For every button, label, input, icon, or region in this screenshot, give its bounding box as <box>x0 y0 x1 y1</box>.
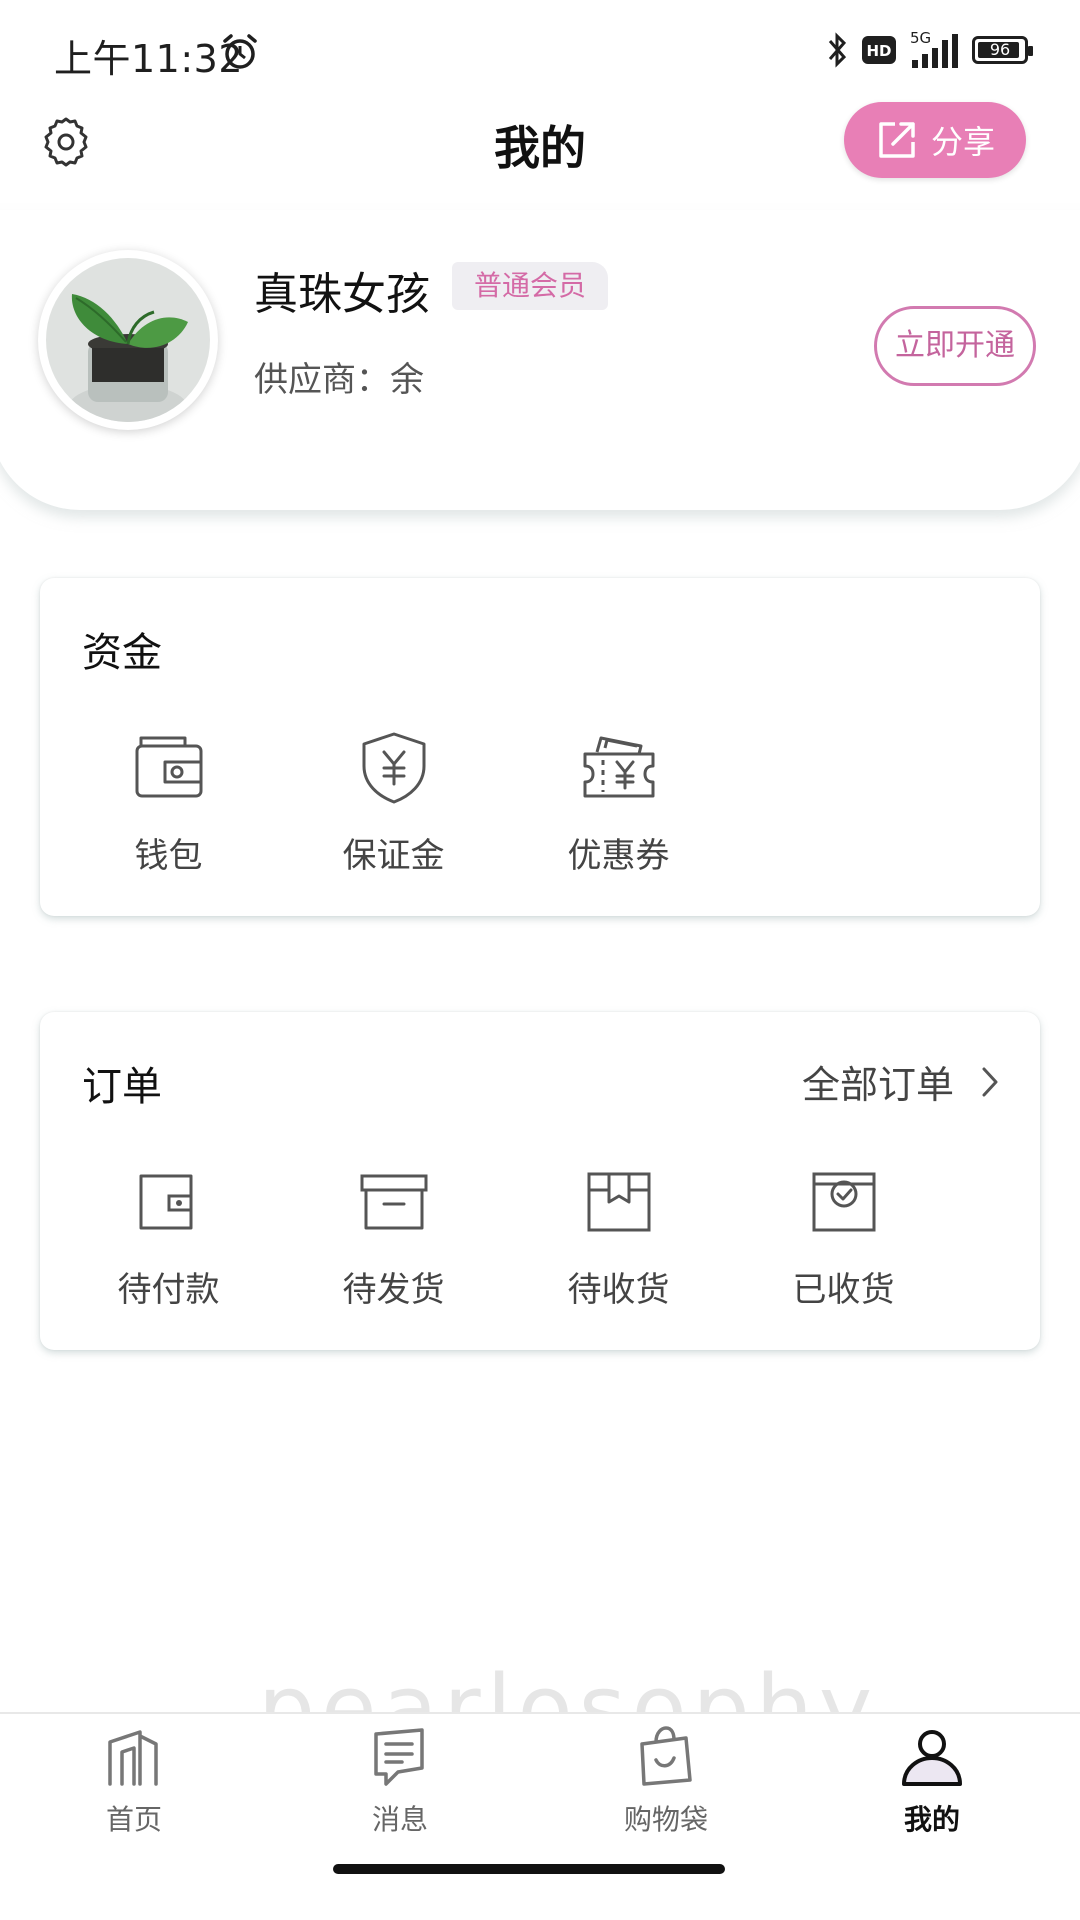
pending-receipt-item[interactable]: 待收货 <box>506 1162 731 1311</box>
received-icon <box>812 1172 875 1232</box>
pending-receipt-icon <box>587 1172 650 1232</box>
nav-shopping-bag[interactable]: 购物袋 <box>566 1724 766 1838</box>
avatar-image <box>46 258 210 422</box>
home-icon <box>108 1730 158 1786</box>
profile-icon <box>902 1730 962 1786</box>
pending-payment-icon <box>139 1174 192 1230</box>
pending-receipt-label: 待收货 <box>567 1270 670 1310</box>
received-label: 已收货 <box>792 1270 895 1310</box>
nav-messages-label: 消息 <box>371 1803 428 1836</box>
status-time: 上午11:32 <box>54 37 244 81</box>
nav-home[interactable]: 首页 <box>34 1724 234 1838</box>
nav-home-label: 首页 <box>105 1803 162 1836</box>
member-badge: 普通会员 <box>452 262 609 310</box>
user-name: 真珠女孩 <box>254 269 430 320</box>
message-icon <box>374 1728 424 1786</box>
share-label: 分享 <box>930 123 995 161</box>
received-item[interactable]: 已收货 <box>731 1162 956 1311</box>
pending-shipment-item[interactable]: 待发货 <box>281 1162 506 1311</box>
all-orders-label: 全部订单 <box>801 1063 954 1107</box>
coupon-label: 优惠券 <box>567 836 670 876</box>
orders-card: 订单 全部订单 待付款 待发货 待收货 已收货 <box>40 1012 1040 1350</box>
bluetooth-icon <box>828 32 847 68</box>
status-icons: HD 5G 96 <box>826 30 1033 70</box>
battery-icon: 96 <box>972 36 1033 64</box>
wallet-item[interactable]: 钱包 <box>56 728 281 877</box>
svg-text:HD: HD <box>866 42 891 60</box>
orders-title: 订单 <box>82 1064 162 1110</box>
nav-shopping-bag-label: 购物袋 <box>623 1803 708 1836</box>
pending-shipment-label: 待发货 <box>342 1270 445 1310</box>
alarm-icon <box>223 34 257 69</box>
brand-watermark: pearlosophy <box>258 1656 879 1716</box>
funds-title: 资金 <box>82 630 162 676</box>
all-orders-link[interactable]: 全部订单 <box>802 1054 1000 1109</box>
status-bar: 上午11:32 HD 5G 96 <box>0 0 1080 100</box>
funds-card: 资金 钱包 保证金 优惠券 <box>40 578 1040 916</box>
nav-messages[interactable]: 消息 <box>300 1724 500 1838</box>
nav-profile[interactable]: 我的 <box>832 1724 1032 1838</box>
activate-membership-button[interactable]: 立即开通 <box>874 306 1036 386</box>
profile-card: 真珠女孩 普通会员 供应商：余 立即开通 <box>0 210 1080 510</box>
wallet-icon <box>135 736 202 798</box>
coupon-icon <box>583 736 654 798</box>
svg-text:5G: 5G <box>910 30 931 47</box>
signal-5g-icon: 5G <box>910 30 958 68</box>
supplier-text: 供应商：余 <box>254 360 424 400</box>
share-icon <box>879 122 915 158</box>
profile-page: 上午11:32 HD 5G 96 我的 分享 真珠女孩 普通会员 供应商：余 立… <box>0 0 1080 1920</box>
deposit-item[interactable]: 保证金 <box>281 728 506 877</box>
hd-icon: HD <box>862 36 896 64</box>
pending-payment-item[interactable]: 待付款 <box>56 1162 281 1311</box>
share-button[interactable]: 分享 <box>844 102 1026 178</box>
shopping-bag-icon <box>640 1726 692 1786</box>
wallet-label: 钱包 <box>134 836 203 876</box>
orders-grid: 待付款 待发货 待收货 已收货 <box>40 1162 1040 1311</box>
pending-shipment-icon <box>360 1174 427 1230</box>
home-indicator[interactable] <box>333 1864 725 1874</box>
pending-payment-label: 待付款 <box>117 1270 220 1310</box>
coupon-item[interactable]: 优惠券 <box>506 728 731 877</box>
nav-profile-label: 我的 <box>903 1803 960 1836</box>
avatar[interactable] <box>38 250 218 430</box>
bottom-nav: 首页 消息 购物袋 我的 <box>0 1712 1080 1920</box>
app-header: 我的 分享 <box>0 100 1080 200</box>
funds-grid: 钱包 保证金 优惠券 <box>40 728 1040 877</box>
chevron-right-icon <box>982 1067 998 1096</box>
shield-yen-icon <box>362 732 425 804</box>
deposit-label: 保证金 <box>342 836 445 876</box>
